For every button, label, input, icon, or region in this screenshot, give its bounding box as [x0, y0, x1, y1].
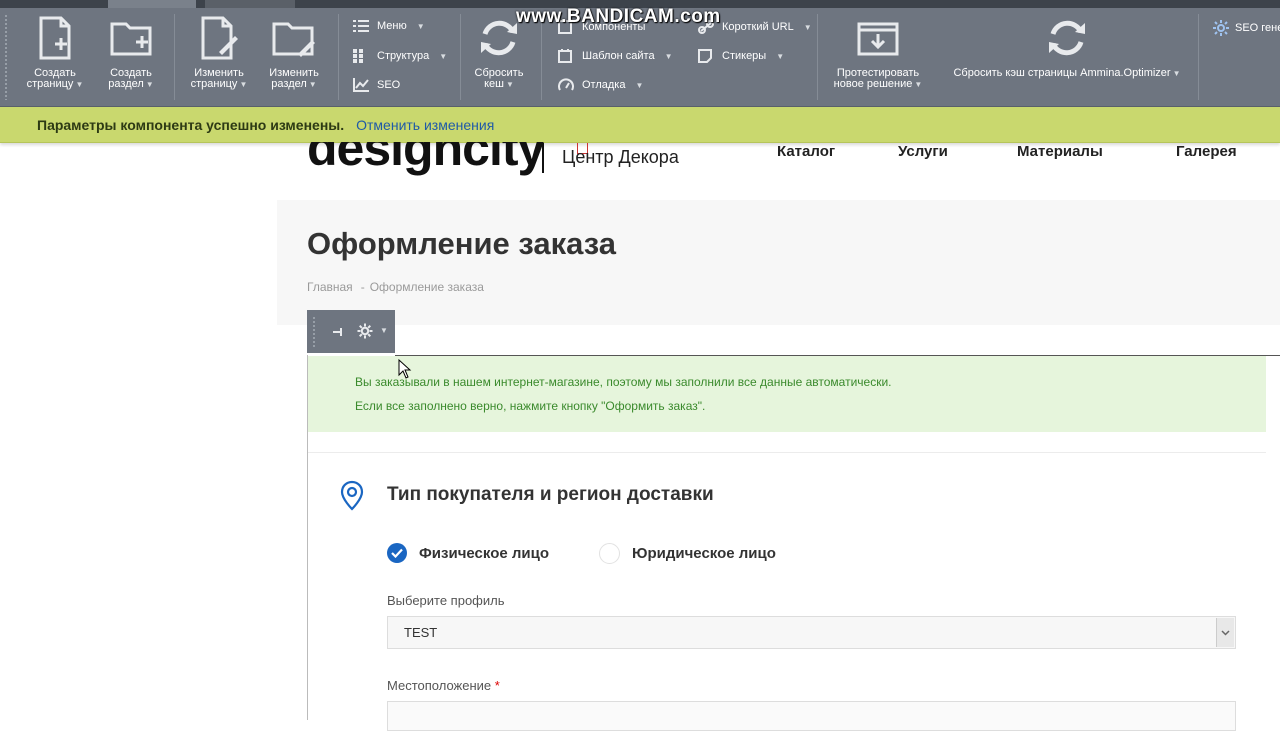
profile-select[interactable]: TEST [387, 616, 1236, 649]
location-input[interactable] [387, 701, 1236, 731]
chevron-down-icon[interactable]: ▼ [380, 326, 388, 335]
profile-label: Выберите профиль [387, 593, 505, 608]
edit-page-label-2: страницу ▼ [190, 78, 248, 90]
recorder-watermark: www.BANDICAM.com [516, 6, 721, 27]
nav-item-materials[interactable]: Материалы [1017, 143, 1103, 160]
debug-button[interactable]: Отладка ▼ [558, 78, 643, 92]
radio-checked[interactable] [387, 543, 407, 563]
toolbar-separator [338, 14, 339, 100]
menu-label: Меню [377, 20, 407, 32]
template-icon [558, 49, 572, 63]
debug-label: Отладка [582, 79, 626, 91]
chart-icon [353, 78, 369, 92]
refresh-icon [1049, 20, 1085, 56]
seo-generator-label: SEO гене [1235, 22, 1280, 34]
reset-cache-label-2: кеш ▼ [484, 78, 514, 90]
stickers-button[interactable]: Стикеры ▼ [698, 49, 784, 63]
new-page-icon [39, 16, 71, 60]
logo-subtitle: Центр Декора [562, 147, 679, 167]
structure-label: Структура [377, 50, 430, 62]
structure-button[interactable]: Структура ▼ [353, 49, 447, 63]
page-title: Оформление заказа [307, 226, 617, 261]
person-type-individual-label: Физическое лицо [419, 544, 550, 562]
create-page-label-2: страницу ▼ [26, 78, 84, 90]
nav-item-gallery[interactable]: Галерея [1176, 143, 1237, 160]
create-section-button[interactable]: Создать раздел ▼ [100, 14, 162, 90]
toolbar-separator [1198, 14, 1199, 100]
section-divider [308, 452, 1266, 453]
section-title: Тип покупателя и регион доставки [387, 484, 714, 505]
sticker-icon [698, 49, 712, 63]
menu-button[interactable]: Меню ▼ [353, 20, 425, 32]
download-window-icon [857, 22, 899, 56]
reset-page-cache-button[interactable]: Сбросить кэш страницы Ammina.Optimizer ▼ [950, 14, 1184, 79]
edit-section-button[interactable]: Изменить раздел ▼ [263, 14, 325, 90]
site-template-label: Шаблон сайта [582, 50, 655, 62]
required-mark: * [494, 678, 500, 693]
toolbar-separator [174, 14, 175, 100]
gear-icon [1213, 20, 1229, 36]
person-type-legal-label: Юридическое лицо [632, 545, 776, 562]
admin-tab-active[interactable] [108, 0, 196, 8]
seo-generator-button[interactable]: SEO гене [1213, 20, 1280, 36]
breadcrumb-home[interactable]: Главная [307, 280, 353, 294]
grid-icon [353, 49, 363, 63]
person-type-legal[interactable]: Юридическое лицо [599, 543, 776, 564]
nav-item-catalog[interactable]: Каталог [777, 143, 835, 160]
profile-select-value: TEST [404, 625, 438, 640]
location-label: Местоположение * [387, 678, 500, 693]
test-solution-label-2: новое решение ▼ [833, 78, 923, 90]
toolbar-drag-handle[interactable] [4, 14, 8, 100]
list-icon [353, 20, 369, 32]
toolbar-separator [460, 14, 461, 100]
person-type-individual[interactable]: Физическое лицо [387, 543, 549, 563]
new-folder-icon [110, 22, 152, 56]
seo-label: SEO [377, 79, 401, 91]
admin-toolbar: Создать страницу ▼ Создать раздел ▼ Измени… [0, 0, 1280, 107]
undo-changes-link[interactable]: Отменить изменения [356, 117, 494, 133]
short-url-label: Короткий URL [722, 21, 794, 33]
autofill-alert: Вы заказывали в нашем интернет-магазине,… [308, 356, 1266, 432]
test-solution-button[interactable]: Протестировать новое решение ▼ [828, 14, 928, 90]
admin-tab[interactable] [205, 0, 295, 8]
component-edit-panel: ▼ [307, 310, 395, 353]
alert-line-2: Если все заполнено верно, нажмите кнопку… [355, 399, 706, 413]
pin-icon[interactable] [332, 326, 344, 338]
location-pin-icon [340, 480, 364, 511]
breadcrumb-current: Оформление заказа [369, 280, 484, 294]
edit-folder-icon [272, 22, 315, 57]
edit-section-label-2: раздел ▼ [271, 78, 317, 90]
radio-unchecked[interactable] [599, 543, 620, 564]
site-template-button[interactable]: Шаблон сайта ▼ [558, 49, 673, 63]
notification-message: Параметры компонента успешно изменены. [37, 116, 345, 133]
create-section-label-2: раздел ▼ [108, 78, 154, 90]
mouse-cursor-icon [398, 359, 412, 379]
gauge-icon [558, 78, 574, 91]
alert-line-1: Вы заказывали в нашем интернет-магазине,… [355, 375, 892, 389]
logo-divider [542, 143, 544, 173]
toolbar-separator [817, 14, 818, 100]
edit-page-button[interactable]: Изменить страницу ▼ [188, 14, 250, 90]
reset-page-cache-label: Сбросить кэш страницы Ammina.Optimizer ▼ [953, 67, 1181, 79]
panel-drag-handle[interactable] [312, 316, 316, 348]
check-icon [391, 548, 403, 558]
breadcrumb: Главная - Оформление заказа [307, 280, 484, 294]
seo-button[interactable]: SEO [353, 78, 400, 92]
success-notification: Параметры компонента успешно изменены. О… [0, 107, 1280, 143]
chevron-down-icon[interactable] [1216, 618, 1234, 647]
edit-page-icon [201, 16, 238, 60]
create-page-button[interactable]: Создать страницу ▼ [24, 14, 86, 90]
refresh-icon [481, 20, 517, 56]
page-title-area [277, 200, 1280, 325]
nav-item-services[interactable]: Услуги [898, 143, 948, 160]
stickers-label: Стикеры [722, 50, 767, 62]
gear-icon[interactable] [357, 323, 373, 339]
